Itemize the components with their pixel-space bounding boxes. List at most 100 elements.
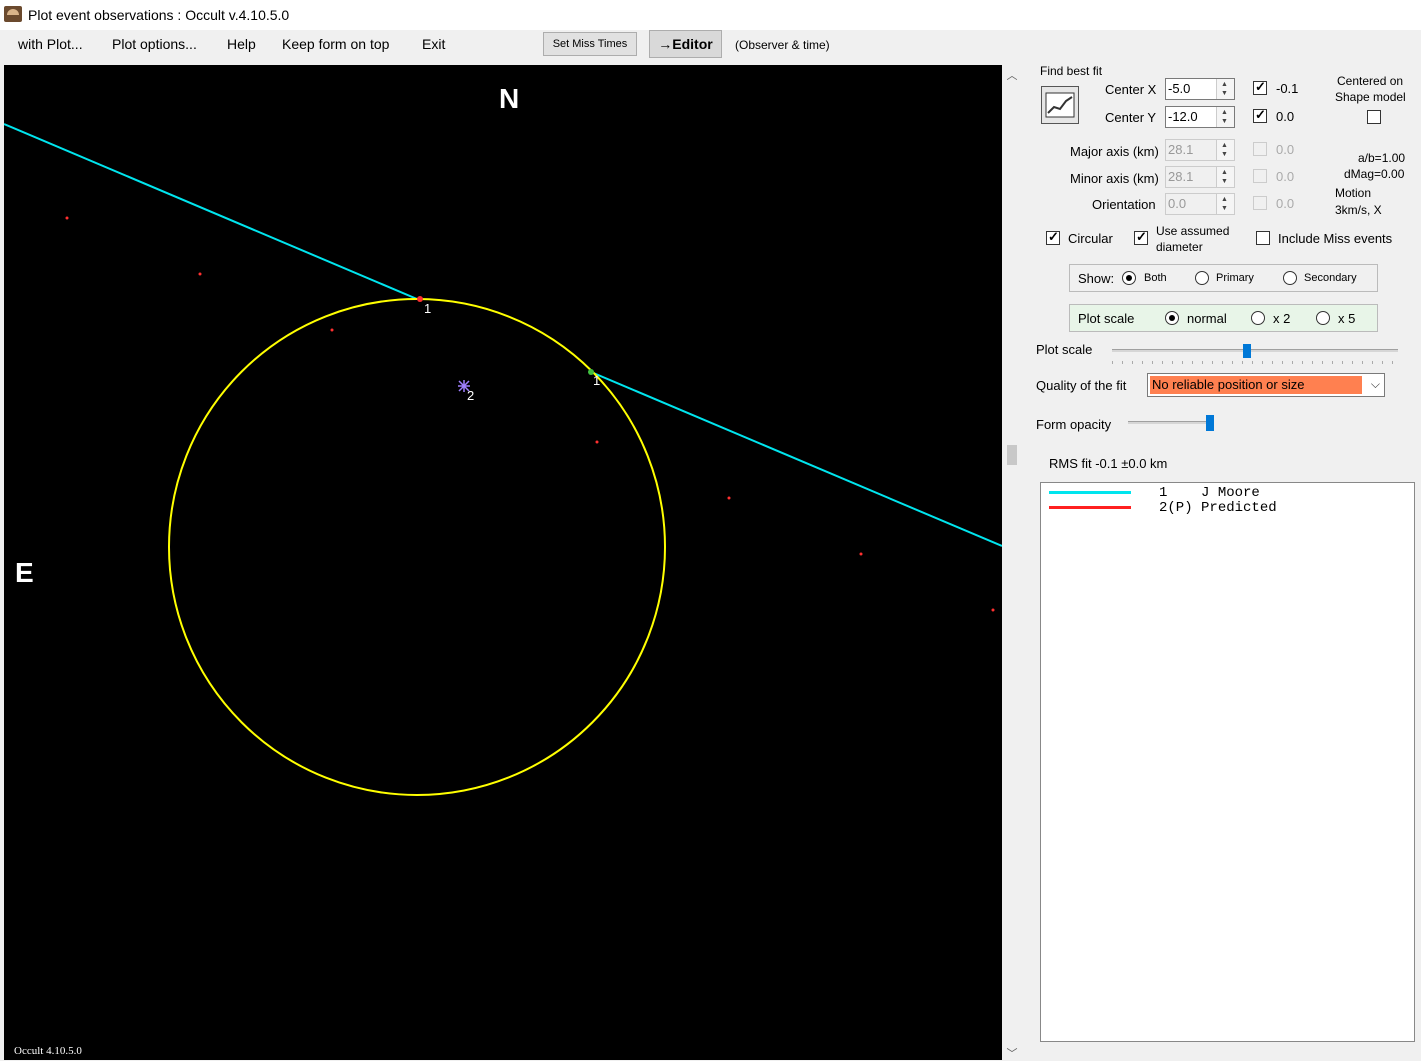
plot-scale-normal-label: normal [1187,311,1227,326]
fit-chart-icon [1045,92,1075,118]
find-best-fit-button[interactable] [1041,86,1079,124]
slider-track [1112,349,1398,352]
legend-num: 2(P) [1159,500,1193,516]
minor-axis-label: Minor axis (km) [1070,171,1159,186]
orientation-value[interactable]: 0.0 [1168,196,1186,211]
plot-scale-group: Plot scale normal x 2 x 5 [1069,304,1378,332]
minor-axis-spinner[interactable]: 28.1 ▲ ▼ [1165,166,1235,188]
center-y-spinner[interactable]: -12.0 ▲ ▼ [1165,106,1235,128]
show-both-radio[interactable] [1122,271,1136,285]
slider-track [1128,421,1214,424]
version-label: Occult 4.10.5.0 [14,1045,82,1057]
major-axis-label: Major axis (km) [1070,144,1159,159]
circular-label: Circular [1068,231,1113,246]
center-x-spinner[interactable]: -5.0 ▲ ▼ [1165,78,1235,100]
path-dot [198,272,202,276]
major-axis-checkbox[interactable] [1253,142,1267,156]
quality-label: Quality of the fit [1036,378,1127,393]
legend-name: Predicted [1201,500,1277,516]
find-best-fit-label: Find best fit [1040,64,1103,78]
spinner-arrows-icon[interactable]: ▲ ▼ [1216,79,1234,99]
spinner-arrows-icon[interactable]: ▲ ▼ [1216,167,1234,187]
center-y-label: Center Y [1105,110,1157,125]
window-title: Plot event observations : Occult v.4.10.… [28,7,290,23]
center-x-checkbox[interactable] [1253,79,1267,95]
plot-scale-normal-radio[interactable] [1165,311,1179,325]
legend-item-predicted[interactable]: 2(P) Predicted [1159,500,1277,516]
center-x-check-label: -0.1 [1276,81,1299,96]
legend-line-predicted [1049,506,1131,509]
menu-exit[interactable]: Exit [422,36,445,52]
scroll-up-icon[interactable]: ︿ [1006,67,1018,82]
centered-on-shape-checkbox[interactable] [1367,110,1381,124]
occult-app-icon [4,6,22,22]
plot-canvas[interactable]: N E 1 1 2 Occult 4.10.5.0 [4,65,1002,1060]
menu-help[interactable]: Help [227,36,256,52]
chevron-down-icon[interactable]: ⌵ [1371,377,1380,392]
menu-with-plot[interactable]: with Plot... [18,36,83,52]
menu-observer-time[interactable]: (Observer & time) [735,38,830,52]
menu-keep-on-top[interactable]: Keep form on top [282,36,389,52]
orientation-check-label: 0.0 [1276,196,1295,211]
center-y-value[interactable]: -12.0 [1168,109,1198,124]
orientation-spinner[interactable]: 0.0 ▲ ▼ [1165,193,1235,215]
editor-button[interactable]: →Editor [649,30,722,58]
ab-ratio-text: a/b=1.00 [1358,151,1406,165]
slider-ticks [1112,361,1398,364]
include-miss-label: Include Miss events [1278,231,1393,246]
quality-select[interactable]: No reliable position or size ⌵ [1147,373,1385,397]
chord-line-west [4,123,418,300]
legend-num: 1 [1159,485,1168,501]
event-marker-disappear [417,296,423,302]
show-secondary-label: Secondary [1304,272,1357,284]
include-miss-checkbox[interactable] [1256,231,1270,245]
vertical-scrollbar[interactable]: ︿ ﹀ [1003,65,1021,1060]
rms-fit-text: RMS fit -0.1 ±0.0 km [1049,456,1168,471]
circular-checkbox[interactable] [1046,229,1060,245]
minor-axis-checkbox[interactable] [1253,169,1267,183]
spinner-arrows-icon[interactable]: ▲ ▼ [1216,194,1234,214]
north-label: N [499,83,520,114]
plot-scale-slider[interactable] [1112,342,1398,364]
plot-scale-slider-label: Plot scale [1036,342,1093,357]
minor-axis-value[interactable]: 28.1 [1168,169,1193,184]
spinner-arrows-icon[interactable]: ▲ ▼ [1216,140,1234,160]
quality-selected-value[interactable]: No reliable position or size [1150,376,1362,394]
chord-label-disappear: 1 [424,301,432,316]
center-label: 2 [467,388,475,403]
center-x-label: Center X [1105,82,1157,97]
orientation-checkbox[interactable] [1253,196,1267,210]
plot-scale-x2-label: x 2 [1273,311,1291,326]
menu-plot-options[interactable]: Plot options... [112,36,197,52]
slider-thumb[interactable] [1243,344,1251,358]
menu-bar: with Plot... Plot options... Help Keep f… [0,30,1421,62]
show-primary-radio[interactable] [1195,271,1209,285]
scroll-down-icon[interactable]: ﹀ [1006,1045,1018,1060]
legend-item-j-moore[interactable]: 1 J Moore [1159,485,1260,501]
plot-scale-x2-radio[interactable] [1251,311,1265,325]
major-axis-spinner[interactable]: 28.1 ▲ ▼ [1165,139,1235,161]
set-miss-times-button[interactable]: Set Miss Times [543,32,637,56]
show-secondary-radio[interactable] [1283,271,1297,285]
plot-scale-group-label: Plot scale [1078,311,1135,326]
path-dot [595,440,599,444]
east-label: E [15,557,34,588]
slider-thumb[interactable] [1206,415,1214,431]
plot-svg [4,123,1002,796]
chord-line-east [590,371,1002,547]
chord-label-reappear: 1 [593,373,601,388]
center-x-value[interactable]: -5.0 [1168,81,1190,96]
show-both-label: Both [1144,272,1167,284]
spinner-arrows-icon[interactable]: ▲ ▼ [1216,107,1234,127]
center-y-check-label: 0.0 [1276,109,1295,124]
title-bar: Plot event observations : Occult v.4.10.… [0,0,1421,30]
use-assumed-diameter-checkbox[interactable] [1134,229,1148,245]
plot-scale-x5-label: x 5 [1338,311,1356,326]
show-group: Show: Both Primary Secondary [1069,264,1378,292]
major-axis-value[interactable]: 28.1 [1168,142,1193,157]
scroll-thumb[interactable] [1007,445,1017,465]
plot-scale-x5-radio[interactable] [1316,311,1330,325]
form-opacity-slider[interactable] [1128,414,1214,434]
observer-legend-list[interactable]: 1 J Moore 2(P) Predicted [1040,482,1415,1042]
center-y-checkbox[interactable] [1253,107,1267,123]
